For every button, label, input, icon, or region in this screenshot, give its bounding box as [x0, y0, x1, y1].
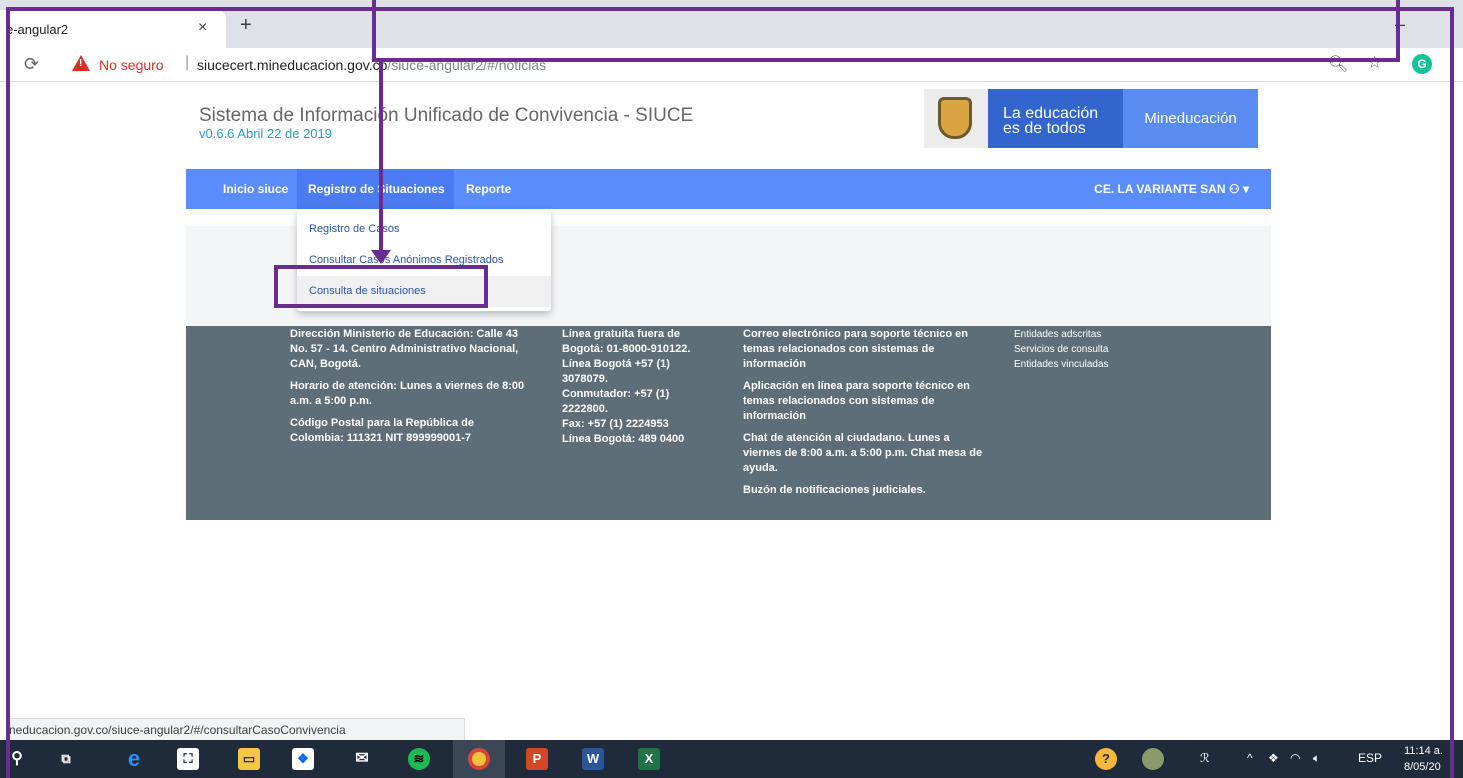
page-title: Sistema de Información Unificado de Conv…	[199, 105, 694, 126]
footer-support-column: Correo electrónico para soporte técnico …	[743, 327, 983, 505]
user-menu[interactable]: CE. LA VARIANTE SAN ⚇ ▾	[1094, 182, 1249, 196]
main-navbar: Inicio siuce Registro de Situaciones Rep…	[186, 169, 1271, 209]
url-host: siucecert.mineducacion.gov.co	[197, 57, 388, 73]
footer-chat[interactable]: Chat de atención al ciudadano. Lunes a v…	[743, 431, 983, 476]
user-name: CE. LA VARIANTE SAN	[1094, 182, 1226, 196]
url-path: /siuce-angular2/#/noticias	[387, 57, 547, 73]
browser-tab[interactable]: e-angular2 ×	[0, 10, 226, 48]
footer-phones-column: Línea gratuita fuera de Bogotá: 01-8000-…	[562, 327, 717, 447]
footer-links-column: Entidades adscritas Servicios de consult…	[1014, 327, 1154, 372]
user-avatar-icon[interactable]	[1142, 748, 1164, 770]
nav-item-inicio[interactable]: Inicio siuce	[223, 182, 288, 196]
annotation-arrow-head	[371, 250, 391, 264]
footer-email-support[interactable]: Correo electrónico para soporte técnico …	[743, 327, 983, 372]
new-tab-button[interactable]: +	[240, 15, 252, 35]
footer-phone-switch: Conmutador: +57 (1) 2222800.	[562, 388, 670, 415]
volume-icon[interactable]: 🔈︎	[1313, 751, 1320, 766]
mail-icon[interactable]: ✉	[351, 748, 373, 770]
warning-icon[interactable]	[72, 55, 90, 71]
footer-link-servicios[interactable]: Servicios de consulta	[1014, 342, 1154, 357]
reload-icon[interactable]: ⟳	[24, 54, 39, 75]
annotation-highlight-box	[274, 265, 488, 308]
user-icon: ⚇	[1228, 182, 1240, 196]
nav-item-reporte[interactable]: Reporte	[466, 182, 511, 196]
nav-item-registro-situaciones[interactable]: Registro de Situaciones	[308, 182, 445, 196]
dropbox-icon[interactable]: ❖	[292, 748, 314, 770]
security-indicator[interactable]: No seguro	[99, 57, 164, 73]
zoom-icon[interactable]: 🔍︎	[1328, 54, 1348, 74]
address-bar[interactable]: siucecert.mineducacion.gov.co/siuce-angu…	[197, 57, 546, 73]
task-view-icon[interactable]: ⧉	[55, 748, 77, 770]
chevron-down-icon: ▾	[1242, 182, 1249, 196]
bookmark-star-icon[interactable]: ☆	[1367, 53, 1382, 73]
browser-tabstrip: e-angular2 × + –	[0, 0, 1463, 48]
clock-date: 8/05/20	[1404, 761, 1441, 773]
version-label: v0.6.6 Abril 22 de 2019	[199, 126, 332, 141]
annotation-arrow-line	[379, 60, 383, 252]
menu-item-registro-casos[interactable]: Registro de Casos	[309, 223, 400, 235]
footer-address-column: Dirección Ministerio de Educación: Calle…	[290, 327, 530, 453]
logo-ministry-text: Mineducación	[1123, 89, 1258, 148]
search-icon[interactable]: ⚲	[6, 748, 28, 770]
site-footer: Dirección Ministerio de Educación: Calle…	[186, 326, 1271, 520]
language-indicator[interactable]: ESP	[1358, 751, 1382, 765]
footer-hours: Horario de atención: Lunes a viernes de …	[290, 380, 525, 407]
windows-taskbar: ⚲ ⧉ e ⛶ ▭ ❖ ✉ ≋ P W X ? ℛ ^ ❖ ◠ 🔈︎ ESP 1…	[0, 740, 1463, 778]
footer-address: Dirección Ministerio de Educación: Calle…	[290, 328, 519, 370]
browser-toolbar: ⟳ No seguro | siucecert.mineducacion.gov…	[0, 48, 1463, 82]
store-icon[interactable]: ⛶	[177, 748, 199, 770]
tab-title: e-angular2	[6, 22, 69, 37]
logo-line-1: La educación	[1003, 105, 1099, 122]
excel-icon[interactable]: X	[638, 748, 660, 770]
logo-education-text: La educación es de todos	[988, 89, 1123, 148]
colombia-shield-icon	[924, 89, 988, 148]
people-icon[interactable]: ℛ	[1200, 751, 1210, 765]
government-logo[interactable]: La educación es de todos Mineducación	[924, 89, 1258, 148]
footer-link-vinculadas[interactable]: Entidades vinculadas	[1014, 357, 1154, 372]
chrome-icon[interactable]	[468, 748, 490, 770]
chevron-up-icon[interactable]: ^	[1247, 751, 1253, 765]
grammarly-extension-icon[interactable]: G	[1412, 54, 1432, 74]
footer-judicial-mailbox[interactable]: Buzón de notificaciones judiciales.	[743, 483, 983, 498]
url-separator: |	[185, 54, 190, 71]
footer-phone-bogota: Línea Bogotá +57 (1) 3078079.	[562, 358, 670, 385]
spotify-icon[interactable]: ≋	[408, 748, 430, 770]
minimize-window-button[interactable]: –	[1395, 14, 1405, 35]
file-explorer-icon[interactable]: ▭	[238, 748, 260, 770]
footer-online-support[interactable]: Aplicación en línea para soporte técnico…	[743, 379, 983, 424]
footer-fax: Fax: +57 (1) 2224953	[562, 418, 669, 430]
taskbar-clock[interactable]: 11:14 a. 8/05/20	[1404, 743, 1443, 775]
footer-link-adscritas[interactable]: Entidades adscritas	[1014, 327, 1154, 342]
logo-line-2: es de todos	[1003, 120, 1086, 137]
powerpoint-icon[interactable]: P	[526, 748, 548, 770]
clock-time: 11:14 a.	[1404, 745, 1443, 757]
browser-status-bar: neducacion.gov.co/siuce-angular2/#/consu…	[7, 718, 465, 740]
dropbox-tray-icon[interactable]: ❖	[1268, 751, 1279, 765]
tab-close-icon[interactable]: ×	[198, 19, 207, 37]
help-icon[interactable]: ?	[1095, 748, 1117, 770]
edge-icon[interactable]: e	[123, 748, 145, 770]
word-icon[interactable]: W	[582, 748, 604, 770]
footer-postal: Código Postal para la República de Colom…	[290, 417, 474, 444]
footer-phone-bogota-2: Línea Bogotá: 489 0400	[562, 433, 685, 445]
footer-phone-free: Línea gratuita fuera de Bogotá: 01-8000-…	[562, 328, 691, 355]
wifi-icon[interactable]: ◠	[1290, 751, 1300, 765]
